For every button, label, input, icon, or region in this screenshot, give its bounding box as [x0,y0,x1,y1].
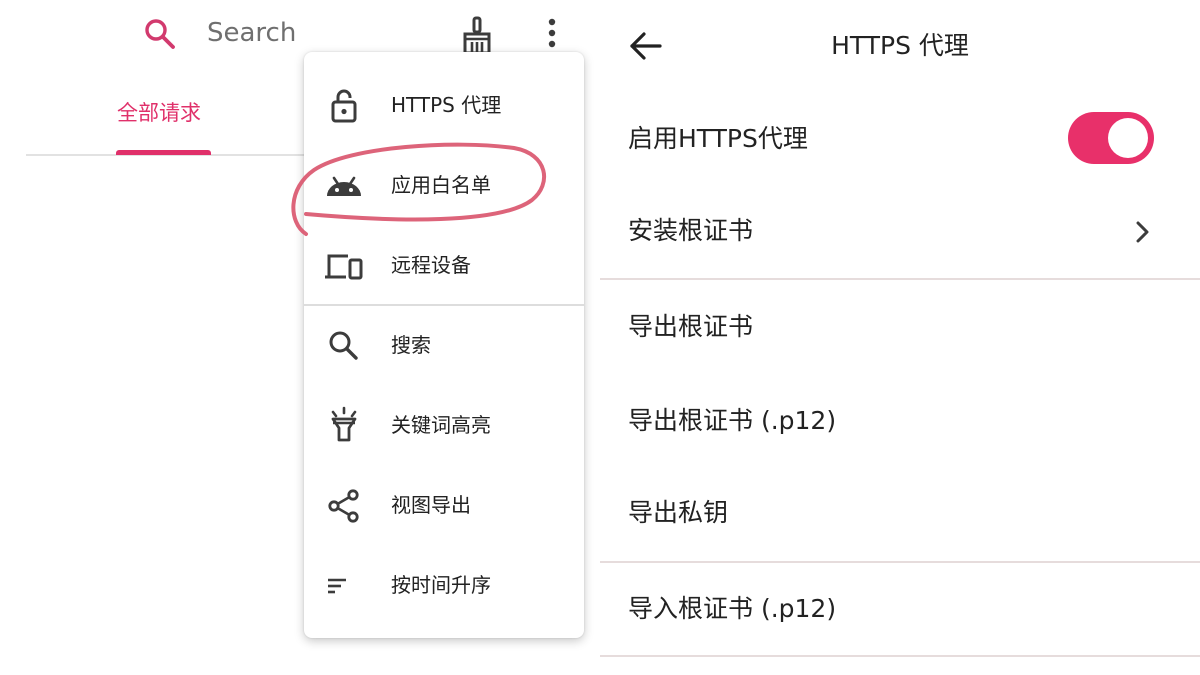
menu-item-label: 应用白名单 [391,173,491,197]
menu-item-label: 按时间升序 [391,573,491,597]
menu-item-label: 关键词高亮 [391,413,491,437]
more-vert-icon[interactable] [540,16,564,52]
enable-https-proxy-toggle[interactable] [1068,112,1154,164]
chevron-right-icon [1130,218,1154,246]
menu-item-label: 视图导出 [391,493,471,517]
menu-item-label: 搜索 [391,333,431,357]
row-divider [600,278,1200,280]
setting-label: 导出根证书 [628,312,754,341]
setting-row-export-root-cert[interactable]: 导出根证书 [600,286,1200,370]
menu-item-keyword-highlight[interactable]: 关键词高亮 [304,386,584,466]
overflow-menu: HTTPS 代理 应用白名单 远程设备 搜索 关键词高亮 视图导出 按时间升序 [304,52,584,638]
row-divider [600,655,1200,657]
setting-label: 导出根证书 (.p12) [628,406,837,435]
setting-row-import-root-cert-p12[interactable]: 导入根证书 (.p12) [600,568,1200,654]
menu-item-remote-devices[interactable]: 远程设备 [304,226,584,306]
menu-item-label: HTTPS 代理 [391,93,502,117]
setting-row-install-root-cert[interactable]: 安装根证书 [600,190,1200,278]
unlock-icon [324,86,364,126]
sort-icon [324,566,364,606]
devices-icon [324,246,364,286]
row-divider [600,561,1200,563]
setting-label: 导入根证书 (.p12) [628,594,837,623]
menu-item-search[interactable]: 搜索 [304,306,584,386]
tab-selected-indicator [116,150,211,155]
setting-label: 导出私钥 [628,498,729,527]
setting-row-export-root-cert-p12[interactable]: 导出根证书 (.p12) [600,378,1200,464]
page-title: HTTPS 代理 [831,31,969,60]
setting-row-export-private-key[interactable]: 导出私钥 [600,472,1200,558]
search-icon [324,326,364,366]
menu-item-label: 远程设备 [391,253,471,277]
android-icon [324,166,364,206]
tab-all-requests[interactable]: 全部请求 [117,98,201,128]
search-icon[interactable] [142,16,178,52]
menu-item-https-proxy[interactable]: HTTPS 代理 [304,66,584,146]
broom-icon[interactable] [458,16,496,56]
search-input[interactable]: Search [207,16,296,50]
toggle-knob [1108,118,1148,158]
highlight-icon [324,406,364,446]
https-proxy-settings-screen: HTTPS 代理 启用HTTPS代理 安装根证书 导出根证书 导出根证书 (.p… [600,0,1200,675]
main-screen: Search 全部请求 HTTPS 代理 应用白名单 远程设备 搜索 关键词高亮… [0,0,600,675]
setting-label: 启用HTTPS代理 [628,124,808,153]
menu-item-view-export[interactable]: 视图导出 [304,466,584,546]
menu-item-sort-time-asc[interactable]: 按时间升序 [304,546,584,626]
setting-label: 安装根证书 [628,216,754,245]
menu-item-app-whitelist[interactable]: 应用白名单 [304,146,584,226]
share-icon [324,486,364,526]
